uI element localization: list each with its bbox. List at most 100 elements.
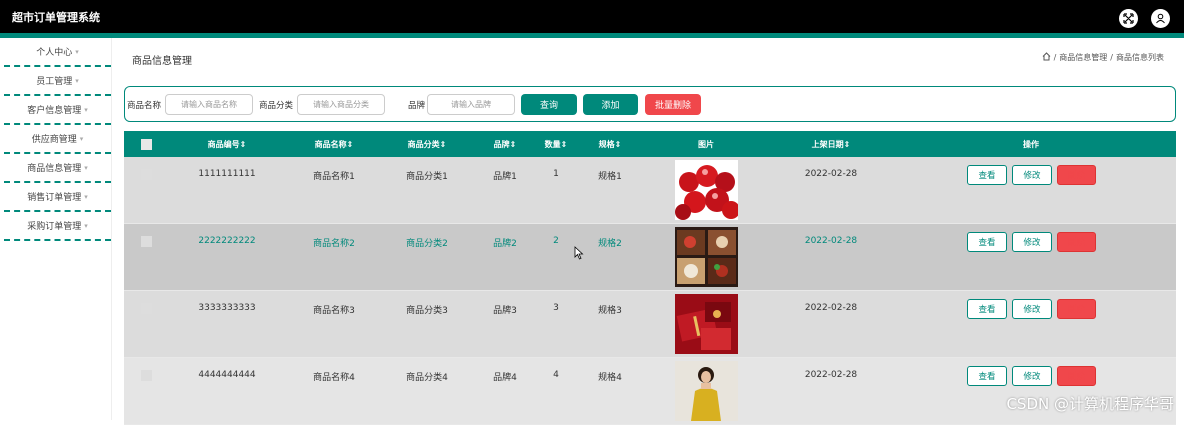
product-category: 商品分类3 — [406, 303, 448, 316]
product-date: 2022-02-28 — [805, 370, 857, 380]
product-date: 2022-02-28 — [805, 303, 857, 313]
delete-button[interactable]: 删除 — [1057, 299, 1096, 319]
sidebar-item-suppliers[interactable]: 供应商管理▾ — [4, 125, 111, 154]
product-id: 4444444444 — [198, 370, 255, 380]
breadcrumb-item[interactable]: 商品信息管理 — [1059, 52, 1107, 63]
sort-icon: ⇕ — [440, 140, 447, 149]
sort-icon: ⇕ — [615, 140, 622, 149]
add-button[interactable]: 添加 — [583, 94, 638, 115]
fullscreen-icon[interactable] — [1119, 9, 1138, 28]
user-avatar-icon[interactable] — [1151, 9, 1170, 28]
column-header[interactable]: 数量⇕ — [545, 139, 568, 150]
chevron-down-icon: ▾ — [84, 106, 88, 114]
product-qty: 1 — [553, 169, 559, 179]
column-header: 操作 — [1023, 139, 1039, 150]
edit-button[interactable]: 修改 — [1012, 165, 1052, 185]
product-brand: 品牌3 — [493, 303, 517, 316]
product-image-woman-yellow-top — [675, 361, 738, 421]
delete-button[interactable]: 删除 — [1057, 366, 1096, 386]
view-button[interactable]: 查看 — [967, 299, 1007, 319]
sidebar-item-label: 客户信息管理 — [27, 103, 81, 116]
app-title: 超市订单管理系统 — [12, 9, 100, 25]
page-title: 商品信息管理 — [132, 52, 192, 67]
product-category: 商品分类2 — [406, 236, 448, 249]
table-row[interactable]: 4444444444 商品名称4 商品分类4 品牌4 4 规格4 2022-02… — [124, 358, 1176, 425]
chevron-down-icon: ▾ — [84, 222, 88, 230]
brand-input[interactable]: 请输入品牌 — [427, 94, 515, 115]
product-name: 商品名称3 — [313, 303, 355, 316]
product-name-label: 商品名称 — [127, 99, 161, 111]
product-qty: 3 — [553, 303, 559, 313]
product-brand: 品牌2 — [493, 236, 517, 249]
view-button[interactable]: 查看 — [967, 366, 1007, 386]
product-date: 2022-02-28 — [805, 169, 857, 179]
row-checkbox[interactable] — [141, 303, 152, 314]
sidebar-item-purchase-orders[interactable]: 采购订单管理▾ — [4, 212, 111, 241]
column-header[interactable]: 规格⇕ — [599, 139, 622, 150]
query-button[interactable]: 查询 — [521, 94, 577, 115]
product-spec: 规格1 — [598, 169, 622, 182]
chevron-down-icon: ▾ — [75, 48, 79, 56]
sidebar-item-products[interactable]: 商品信息管理▾ — [4, 154, 111, 183]
delete-button[interactable]: 删除 — [1057, 165, 1096, 185]
breadcrumb-separator: / — [1054, 53, 1057, 62]
product-brand: 品牌1 — [493, 169, 517, 182]
sidebar-item-customers[interactable]: 客户信息管理▾ — [4, 96, 111, 125]
product-name: 商品名称1 — [313, 169, 355, 182]
product-name: 商品名称4 — [313, 370, 355, 383]
product-table: 商品编号⇕ 商品名称⇕ 商品分类⇕ 品牌⇕ 数量⇕ 规格⇕ 图片 上架日期⇕ 操… — [124, 131, 1176, 425]
product-image-red-gift-box — [675, 294, 738, 354]
product-id: 1111111111 — [198, 169, 255, 179]
column-header[interactable]: 商品编号⇕ — [208, 139, 247, 150]
sort-icon: ⇕ — [347, 140, 354, 149]
edit-button[interactable]: 修改 — [1012, 299, 1052, 319]
chevron-down-icon: ▾ — [75, 77, 79, 85]
table-header: 商品编号⇕ 商品名称⇕ 商品分类⇕ 品牌⇕ 数量⇕ 规格⇕ 图片 上架日期⇕ 操… — [124, 131, 1176, 157]
search-form: 商品名称 请输入商品名称 商品分类 请输入商品分类 品牌 请输入品牌 查询 添加… — [124, 86, 1176, 122]
product-spec: 规格3 — [598, 303, 622, 316]
watermark: CSDN @计算机程序华哥 — [1006, 393, 1174, 414]
view-button[interactable]: 查看 — [967, 232, 1007, 252]
product-id: 2222222222 — [198, 236, 255, 246]
sidebar-item-personal-center[interactable]: 个人中心▾ — [4, 38, 111, 67]
sort-icon: ⇕ — [844, 140, 851, 149]
column-header[interactable]: 品牌⇕ — [494, 139, 517, 150]
sidebar-item-label: 销售订单管理 — [27, 190, 81, 203]
sidebar-item-label: 员工管理 — [36, 74, 72, 87]
sidebar-item-employees[interactable]: 员工管理▾ — [4, 67, 111, 96]
product-image-food-tray — [675, 227, 738, 287]
row-checkbox[interactable] — [141, 236, 152, 247]
product-image-cherries — [675, 160, 738, 220]
sidebar: 个人中心▾ 员工管理▾ 客户信息管理▾ 供应商管理▾ 商品信息管理▾ 销售订单管… — [4, 38, 112, 420]
column-header[interactable]: 商品分类⇕ — [408, 139, 447, 150]
column-header[interactable]: 上架日期⇕ — [812, 139, 851, 150]
edit-button[interactable]: 修改 — [1012, 232, 1052, 252]
mouse-cursor-icon — [574, 246, 584, 263]
table-row[interactable]: 2222222222 商品名称2 商品分类2 品牌2 2 规格2 2022-02… — [124, 224, 1176, 291]
batch-delete-button[interactable]: 批量删除 — [645, 94, 701, 115]
product-category: 商品分类4 — [406, 370, 448, 383]
column-header[interactable]: 商品名称⇕ — [315, 139, 354, 150]
delete-button[interactable]: 删除 — [1057, 232, 1096, 252]
breadcrumb-item-current: 商品信息列表 — [1116, 52, 1164, 63]
row-checkbox[interactable] — [141, 370, 152, 381]
table-row[interactable]: 1111111111 商品名称1 商品分类1 品牌1 1 规格1 2022-02… — [124, 157, 1176, 224]
sidebar-item-label: 个人中心 — [36, 45, 72, 58]
edit-button[interactable]: 修改 — [1012, 366, 1052, 386]
home-icon[interactable] — [1042, 52, 1051, 63]
product-spec: 规格4 — [598, 370, 622, 383]
sidebar-item-label: 商品信息管理 — [27, 161, 81, 174]
product-name-input[interactable]: 请输入商品名称 — [165, 94, 253, 115]
breadcrumb-separator: / — [1110, 53, 1113, 62]
row-checkbox[interactable] — [141, 169, 152, 180]
brand-label: 品牌 — [408, 99, 425, 111]
select-all-checkbox[interactable] — [141, 139, 152, 150]
column-header: 图片 — [698, 139, 714, 150]
view-button[interactable]: 查看 — [967, 165, 1007, 185]
sidebar-item-sales-orders[interactable]: 销售订单管理▾ — [4, 183, 111, 212]
table-row[interactable]: 3333333333 商品名称3 商品分类3 品牌3 3 规格3 2022-02… — [124, 291, 1176, 358]
category-input[interactable]: 请输入商品分类 — [297, 94, 385, 115]
sort-icon: ⇕ — [240, 140, 247, 149]
product-id: 3333333333 — [198, 303, 255, 313]
chevron-down-icon: ▾ — [84, 164, 88, 172]
